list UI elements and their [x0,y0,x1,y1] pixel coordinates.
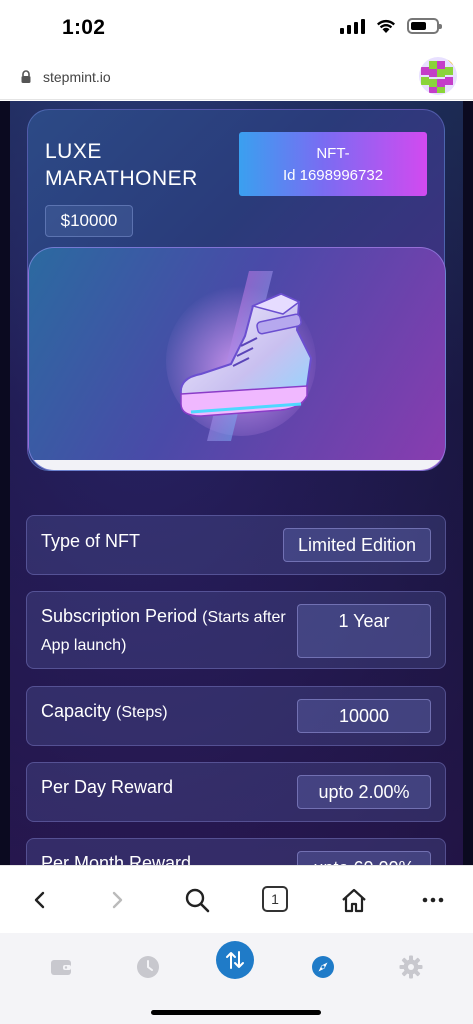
nft-image-frame [28,247,446,471]
detail-row-type: Type of NFT Limited Edition [26,515,446,575]
address-bar[interactable]: stepmint.io [0,56,473,100]
detail-row-month-reward: Per Month Reward upto 60.00% [26,838,446,865]
detail-row-capacity: Capacity (Steps) 10000 [26,686,446,746]
detail-label: Per Month Reward [41,853,192,865]
wallet-icon [51,960,71,975]
tab-history[interactable] [130,949,166,985]
nft-id-label: NFT- [316,145,350,162]
nft-id-badge: NFT- Id 1698996732 [239,132,427,196]
status-time: 1:02 [62,16,106,39]
detail-label: Subscription Period (Starts after App la… [41,606,286,654]
detail-label: Type of NFT [41,531,141,551]
detail-label: Per Day Reward [41,777,174,797]
wifi-icon [377,19,395,33]
back-icon[interactable] [26,886,54,914]
detail-value: Limited Edition [283,528,431,562]
tab-settings[interactable] [393,949,429,985]
clock-icon [137,956,159,978]
web-content: LUXE MARATHONER NFT- Id 1698996732 $1000… [0,101,473,865]
swap-arrows-icon [226,951,244,969]
detail-row-subscription: Subscription Period (Starts after App la… [26,591,446,669]
tabs-button[interactable]: 1 [262,886,288,912]
status-bar: 1:02 [0,0,473,56]
wallet-avatar[interactable] [419,57,457,95]
url-text[interactable]: stepmint.io [43,69,111,85]
search-icon[interactable] [183,886,211,914]
sneaker-image [166,271,316,441]
detail-label: Capacity (Steps) [41,701,168,721]
tab-swap[interactable] [216,941,254,979]
detail-value: upto 2.00% [297,775,431,809]
more-options-icon[interactable] [419,886,447,914]
nft-name: LUXE MARATHONER [45,140,198,190]
status-icons [340,18,442,34]
detail-value: 1 Year [297,604,431,658]
nft-id-value: Id 1698996732 [282,167,384,184]
detail-row-day-reward: Per Day Reward upto 2.00% [26,762,446,822]
gear-icon [399,955,423,979]
cellular-signal-icon [340,18,365,34]
home-indicator[interactable] [151,1010,321,1015]
nft-price: $10000 [45,205,133,237]
lock-icon [21,70,31,83]
tab-browser[interactable] [305,949,341,985]
nft-card: LUXE MARATHONER NFT- Id 1698996732 $1000… [27,109,446,471]
tab-wallet[interactable] [43,949,79,985]
battery-icon [407,18,442,34]
compass-icon [312,956,334,978]
home-icon[interactable] [340,886,368,914]
forward-icon[interactable] [103,886,131,914]
detail-value: 10000 [297,699,431,733]
detail-value: upto 60.00% [297,851,431,865]
browser-toolbar: 1 [0,865,473,933]
